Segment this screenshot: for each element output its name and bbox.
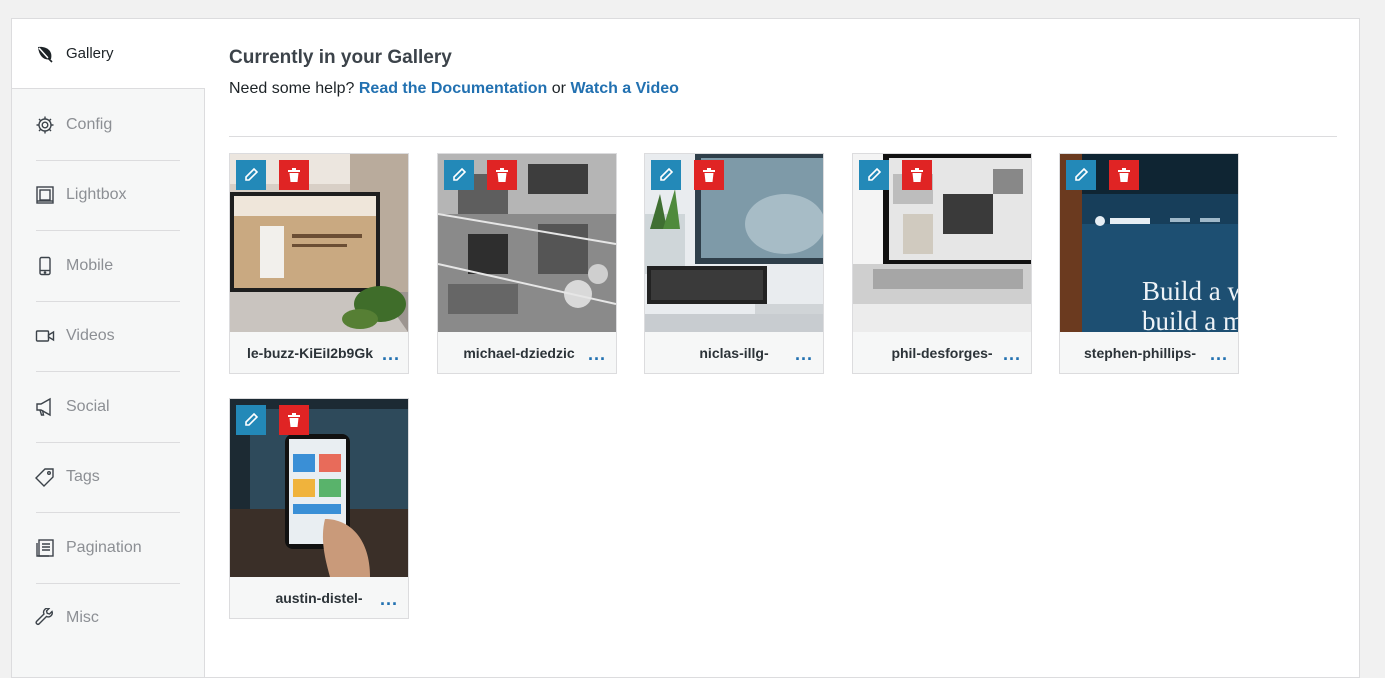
trash-icon [703,168,715,182]
pencil-icon [245,412,259,426]
caption-text: niclas-illg- [699,344,769,361]
mobile-icon [34,255,56,277]
svg-text:Build a w: Build a w [1142,276,1238,306]
caption-text: stephen-phillips- [1084,344,1196,361]
video-camera-icon [34,325,56,347]
more-options-button[interactable]: ... [588,344,606,365]
more-options-button[interactable]: ... [1210,344,1228,365]
gallery-item[interactable]: phil-desforges- ... [852,153,1032,374]
more-options-button[interactable]: ... [795,344,813,365]
tab-label: Lightbox [66,186,127,203]
gallery-caption: le-buzz-KiEiI2b9Gk ... [230,332,408,373]
trash-icon [496,168,508,182]
pencil-icon [453,167,467,181]
main-content: Currently in your Gallery Need some help… [205,19,1359,677]
trash-icon [911,168,923,182]
wrench-icon [34,607,56,629]
delete-button[interactable] [902,160,932,190]
help-text: Need some help? Read the Documentation o… [229,80,679,98]
edit-button[interactable] [444,160,474,190]
gallery-caption: michael-dziedzic ... [438,332,616,373]
pagination-icon [34,537,56,559]
tab-label: Videos [66,327,115,344]
settings-panel: Gallery Config Lightbox Mobile Videos So… [11,18,1360,678]
tab-videos[interactable]: Videos [12,301,204,371]
edit-button[interactable] [236,160,266,190]
tab-social[interactable]: Social [12,372,204,442]
page-title: Currently in your Gallery [229,47,452,68]
pencil-icon [1075,167,1089,181]
tab-label: Gallery [66,45,114,62]
edit-button[interactable] [859,160,889,190]
tab-label: Tags [66,468,100,485]
gallery-item[interactable]: austin-distel- ... [229,398,409,619]
edit-button[interactable] [236,405,266,435]
pencil-icon [245,167,259,181]
sidebar: Gallery Config Lightbox Mobile Videos So… [12,19,205,677]
gallery-caption: austin-distel- ... [230,577,408,618]
lightbox-icon [34,184,56,206]
gallery-caption: phil-desforges- ... [853,332,1031,373]
caption-text: phil-desforges- [891,344,993,361]
gear-icon [34,114,56,136]
tab-label: Social [66,398,110,415]
delete-button[interactable] [1109,160,1139,190]
more-options-button[interactable]: ... [1003,344,1021,365]
tab-label: Misc [66,609,99,626]
edit-button[interactable] [1066,160,1096,190]
tab-pagination[interactable]: Pagination [12,513,204,583]
help-or: or [547,80,571,97]
pencil-icon [660,167,674,181]
caption-text: michael-dziedzic [463,344,575,361]
tab-tags[interactable]: Tags [12,442,204,512]
tab-lightbox[interactable]: Lightbox [12,160,204,230]
tag-icon [34,466,56,488]
megaphone-icon [34,396,56,418]
more-options-button[interactable]: ... [382,344,400,365]
documentation-link[interactable]: Read the Documentation [359,80,547,97]
tab-label: Config [66,116,113,133]
delete-button[interactable] [694,160,724,190]
tab-misc[interactable]: Misc [12,583,204,653]
caption-text: austin-distel- [275,589,363,606]
delete-button[interactable] [279,160,309,190]
help-prefix: Need some help? [229,80,359,97]
gallery-caption: niclas-illg- ... [645,332,823,373]
pencil-icon [868,167,882,181]
gallery-item[interactable]: Build a w build a m stephen-phillips- ..… [1059,153,1239,374]
edit-button[interactable] [651,160,681,190]
tab-config[interactable]: Config [12,90,204,160]
gallery-item[interactable]: michael-dziedzic ... [437,153,617,374]
tab-mobile[interactable]: Mobile [12,231,204,301]
leaf-icon [34,43,56,65]
delete-button[interactable] [487,160,517,190]
more-options-button[interactable]: ... [380,589,398,610]
tab-label: Pagination [66,539,142,556]
gallery-item[interactable]: niclas-illg- ... [644,153,824,374]
watch-video-link[interactable]: Watch a Video [570,80,678,97]
trash-icon [1118,168,1130,182]
tab-gallery[interactable]: Gallery [12,19,205,89]
caption-text: le-buzz-KiEiI2b9Gk [246,344,374,361]
gallery-item[interactable]: le-buzz-KiEiI2b9Gk ... [229,153,409,374]
trash-icon [288,413,300,427]
gallery-caption: stephen-phillips- ... [1060,332,1238,373]
section-divider [229,136,1337,137]
trash-icon [288,168,300,182]
svg-text:build a m: build a m [1142,306,1238,332]
delete-button[interactable] [279,405,309,435]
tab-label: Mobile [66,257,114,274]
